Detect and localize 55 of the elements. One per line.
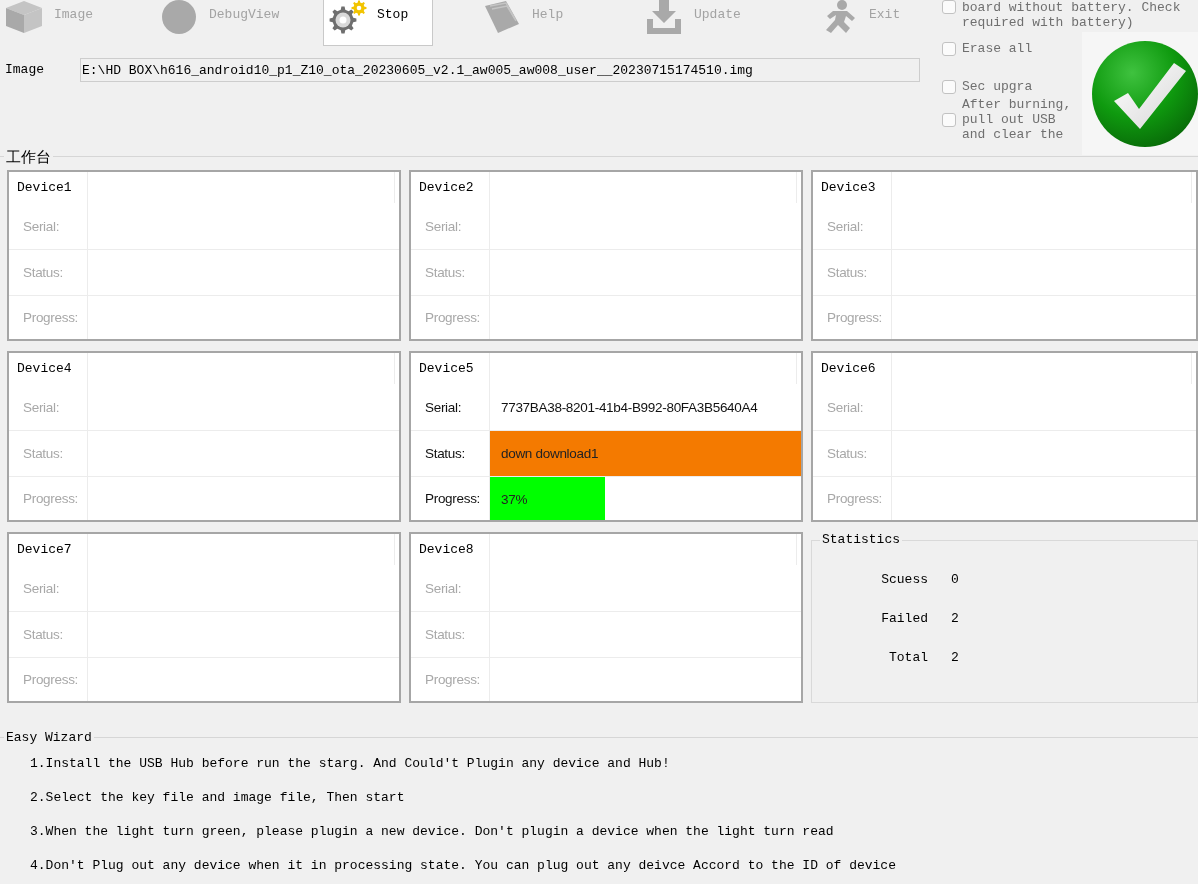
status-cell: down download1 [490,431,801,476]
gears-icon [327,0,367,34]
check-icon [1092,40,1198,147]
image-path-field[interactable]: E:\HD BOX\h616_android10_p1_Z10_ota_20230605_v2.1_aw005_aw008_user__20230715174510.img [80,58,920,82]
stat-value: 2 [951,650,959,665]
field-label: Progress: [411,295,490,339]
field-label: Progress: [813,476,892,520]
device-title: Device1 [9,172,88,203]
field-label: Serial: [411,384,490,430]
field-label: Progress: [411,657,490,701]
field-label: Serial: [411,203,490,249]
field-label: Status: [9,430,88,476]
device-title: Device6 [813,353,892,384]
circle-icon [159,0,199,34]
field-label: Serial: [813,384,892,430]
device-title: Device3 [813,172,892,203]
wizard-step: 4.Don't Plug out any device when it in processing state. You can plug out any deivce Accord to the ID of device [30,858,896,874]
field-label: Serial: [411,565,490,611]
field-label: Status: [813,249,892,295]
field-label: Progress: [9,295,88,339]
field-label: Progress: [9,476,88,520]
serial-value: 7737BA38-8201-41b4-B992-80FA3B5640A4 [500,399,758,415]
field-label: Serial: [813,203,892,249]
field-label: Serial: [9,384,88,430]
box-icon [4,0,44,34]
field-label: Progress: [813,295,892,339]
toolbar-button[interactable]: Stop [323,0,433,46]
stat-value: 2 [951,611,959,626]
group-title: 工作台 [5,148,52,165]
field-label: Serial: [9,203,88,249]
field-label: Status: [411,249,490,295]
field-label: Status: [9,249,88,295]
field-label: Status: [813,430,892,476]
book-icon [482,0,522,34]
wizard-step: 2.Select the key file and image file, Then start [30,790,405,806]
device-title: Device8 [411,534,490,565]
field-label: Image [4,62,45,78]
stat-label: Total [889,650,928,665]
stat-value: 0 [951,572,959,587]
field-label: Status: [411,611,490,657]
field-label: Progress: [9,657,88,701]
group-title: Easy Wizard [5,729,93,746]
wizard-step: 1.Install the USB Hub before run the starg. And Could't Plugin any device and Hub! [30,756,670,772]
group-title: Statistics [821,532,901,548]
field-label: Serial: [9,565,88,611]
download-icon [644,0,684,34]
device-title: Device7 [9,534,88,565]
wizard-step: 3.When the light turn green, please plugin a new device. Don't plugin a device when the light turn read [30,824,834,840]
stat-label: Failed [881,611,928,626]
field-label: Status: [9,611,88,657]
stat-label: Scuess [881,572,928,587]
progress-text: 37% [501,491,528,506]
device-title: Device2 [411,172,490,203]
device-title: Device5 [411,353,490,384]
device-title: Device4 [9,353,88,384]
